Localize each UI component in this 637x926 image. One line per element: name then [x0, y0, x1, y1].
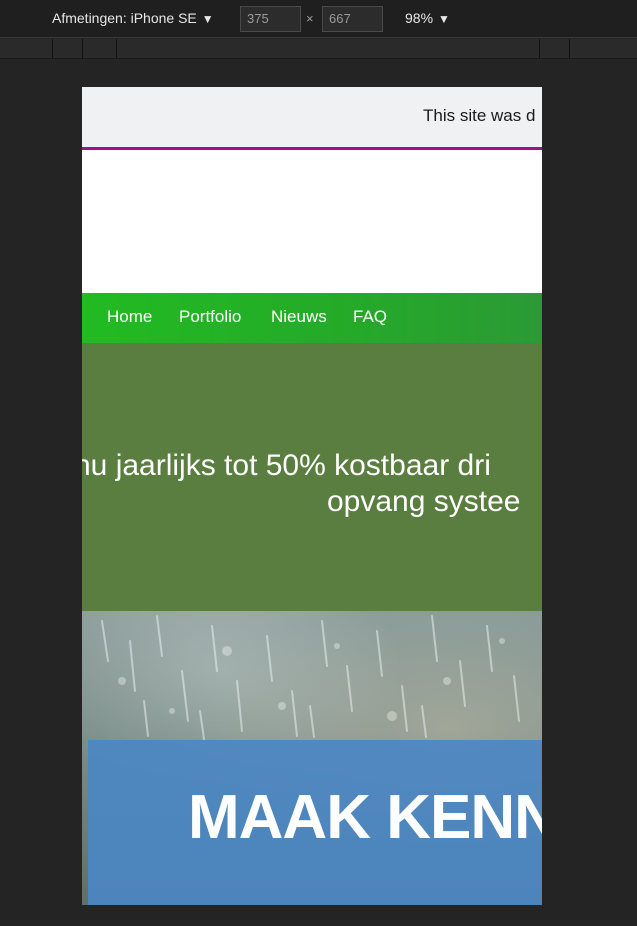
zoom-label: 98%: [405, 10, 434, 26]
ruler-segment[interactable]: [83, 39, 117, 58]
site-notice-bar: This site was d: [82, 87, 542, 147]
hero-title-box: MAAK KENN: [88, 740, 542, 905]
times-icon: ×: [306, 11, 314, 26]
chevron-down-icon: ▼: [201, 12, 214, 26]
device-label: Afmetingen: iPhone SE: [52, 10, 197, 26]
height-input[interactable]: 667: [322, 6, 383, 32]
ruler-segment[interactable]: [506, 39, 540, 58]
nav-item-nieuws[interactable]: Nieuws: [271, 307, 327, 327]
ruler-segment[interactable]: [53, 39, 83, 58]
device-viewport: This site was d Home Portfolio Nieuws FA…: [82, 87, 542, 905]
nav-item-portfolio[interactable]: Portfolio: [179, 307, 241, 327]
banner-text-line-2: opvang systee: [327, 485, 521, 518]
width-input[interactable]: 375: [240, 6, 301, 32]
chevron-down-icon: ▼: [438, 12, 450, 26]
ruler-segment[interactable]: [0, 39, 53, 58]
banner-text-line-1: nu jaarlijks tot 50% kostbaar dri: [82, 449, 491, 482]
rain-hero-image: MAAK KENN: [82, 611, 542, 905]
site-notice-text: This site was d: [423, 106, 536, 125]
device-dropdown[interactable]: Afmetingen: iPhone SE ▼: [52, 10, 214, 26]
site-header: [82, 150, 542, 293]
nav-item-home[interactable]: Home: [107, 307, 152, 327]
device-toolbar: Afmetingen: iPhone SE ▼ 375 × 667 98% ▼: [0, 0, 637, 38]
nav-item-faq[interactable]: FAQ: [353, 307, 387, 327]
main-navigation: Home Portfolio Nieuws FAQ: [82, 293, 542, 343]
zoom-dropdown[interactable]: 98% ▼: [405, 10, 450, 26]
media-query-ruler[interactable]: [0, 39, 637, 59]
hero-title: MAAK KENN: [188, 783, 542, 852]
promo-banner: nu jaarlijks tot 50% kostbaar dri opvang…: [82, 343, 542, 611]
ruler-segment[interactable]: [540, 39, 570, 58]
